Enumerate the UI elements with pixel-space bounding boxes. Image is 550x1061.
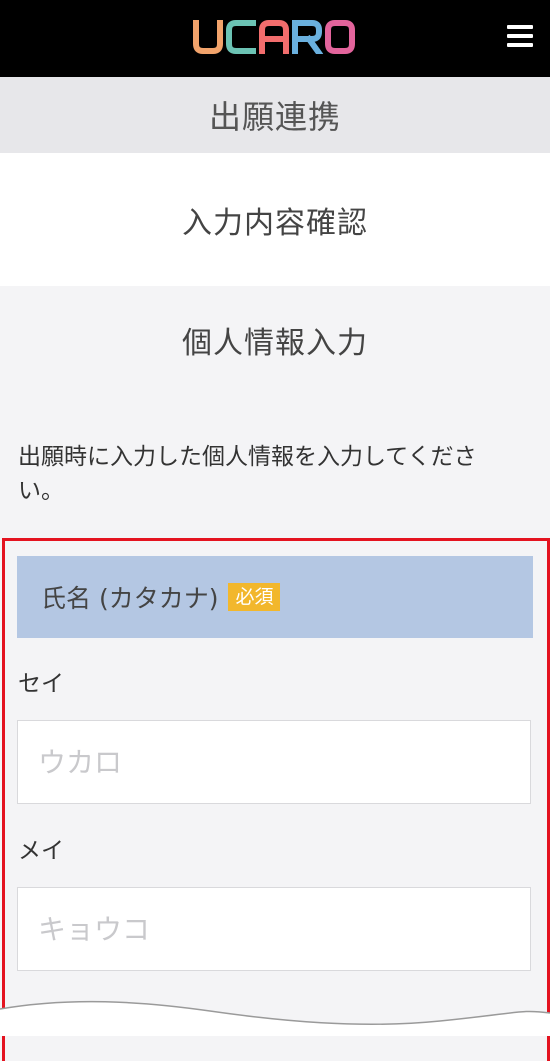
mei-input[interactable] (17, 887, 531, 971)
instructions-text: 出願時に入力した個人情報を入力してください。 (18, 444, 477, 504)
section-title: 個人情報入力 (182, 326, 368, 361)
ucaro-logo[interactable] (193, 20, 357, 54)
hamburger-icon (507, 25, 533, 29)
top-bar (0, 0, 550, 77)
required-badge: 必須 (228, 583, 281, 611)
sei-label: セイ (18, 671, 64, 697)
mei-label: メイ (18, 838, 64, 864)
page-title: 出願連携 (208, 98, 341, 136)
tab-confirm-label: 入力内容確認 (182, 205, 368, 241)
sei-input[interactable] (17, 720, 531, 804)
hamburger-menu-button[interactable] (507, 25, 533, 47)
page-header: 出願連携 (0, 77, 550, 153)
name-kana-label: 氏名 (カタカナ) (41, 584, 219, 613)
torn-paper-edge (0, 1000, 550, 1036)
name-kana-field-header: 氏名 (カタカナ) 必須 (17, 556, 533, 638)
tab-input-confirmation[interactable]: 入力内容確認 (0, 153, 550, 286)
